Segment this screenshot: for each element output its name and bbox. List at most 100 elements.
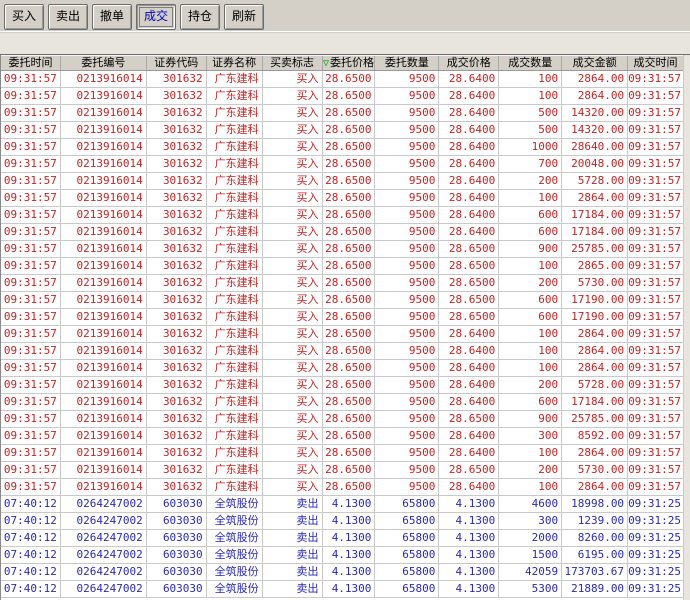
cell-exec-qty: 500 — [499, 122, 563, 138]
table-row[interactable]: 07:40:12 0264247002 603030 全筑股份 卖出 4.1300 6580… — [1, 496, 684, 513]
table-row[interactable]: 09:31:57 0213916014 301632 广东建科 买入 28.6500 950… — [1, 326, 684, 343]
cell-side-flag: 买入 — [263, 326, 323, 342]
table-body: 09:31:57 0213916014 301632 广东建科 买入 28.6500 950… — [1, 71, 684, 598]
column-header-order-time[interactable]: 委托时间 — [1, 56, 61, 70]
cell-exec-amount: 18998.00 — [562, 496, 629, 512]
cell-stock-name: 广东建科 — [207, 479, 263, 495]
cell-exec-time: 09:31:57 — [628, 190, 684, 206]
table-row[interactable]: 09:31:57 0213916014 301632 广东建科 买入 28.6500 950… — [1, 275, 684, 292]
cell-exec-time: 09:31:57 — [628, 105, 684, 121]
column-header-stock-name[interactable]: 证券名称 — [207, 56, 263, 70]
table-row[interactable]: 09:31:57 0213916014 301632 广东建科 买入 28.6500 950… — [1, 309, 684, 326]
table-row[interactable]: 09:31:57 0213916014 301632 广东建科 买入 28.6500 950… — [1, 190, 684, 207]
table-row[interactable]: 09:31:57 0213916014 301632 广东建科 买入 28.6500 950… — [1, 394, 684, 411]
cell-exec-time: 09:31:25 — [628, 530, 684, 546]
vertical-scrollbar-track[interactable] — [683, 55, 690, 600]
cell-order-qty: 9500 — [375, 88, 440, 104]
cell-order-no: 0264247002 — [61, 564, 147, 580]
table-row[interactable]: 09:31:57 0213916014 301632 广东建科 买入 28.6500 950… — [1, 122, 684, 139]
cell-order-qty: 65800 — [375, 564, 440, 580]
cell-side-flag: 买入 — [263, 292, 323, 308]
table-row[interactable]: 09:31:57 0213916014 301632 广东建科 买入 28.6500 950… — [1, 88, 684, 105]
table-row[interactable]: 09:31:57 0213916014 301632 广东建科 买入 28.6500 950… — [1, 258, 684, 275]
cell-order-time: 07:40:12 — [1, 513, 61, 529]
cell-side-flag: 买入 — [263, 445, 323, 461]
cell-order-no: 0213916014 — [61, 343, 147, 359]
cell-order-no: 0264247002 — [61, 581, 147, 597]
cell-order-no: 0213916014 — [61, 292, 147, 308]
cell-exec-time: 09:31:57 — [628, 139, 684, 155]
cell-side-flag: 买入 — [263, 139, 323, 155]
column-header-order-no[interactable]: 委托编号 — [61, 56, 147, 70]
cell-order-time: 07:40:12 — [1, 581, 61, 597]
cancel-button[interactable]: 撤单 — [92, 4, 132, 30]
cell-exec-price: 4.1300 — [439, 564, 500, 580]
table-row[interactable]: 09:31:57 0213916014 301632 广东建科 买入 28.6500 950… — [1, 462, 684, 479]
cell-order-qty: 65800 — [375, 547, 440, 563]
positions-button[interactable]: 持仓 — [180, 4, 220, 30]
cell-exec-time: 09:31:57 — [628, 309, 684, 325]
table-row[interactable]: 09:31:57 0213916014 301632 广东建科 买入 28.6500 950… — [1, 360, 684, 377]
refresh-button[interactable]: 刷新 — [224, 4, 264, 30]
cell-exec-price: 4.1300 — [439, 513, 500, 529]
cell-side-flag: 买入 — [263, 207, 323, 223]
column-header-label: 证券代码 — [154, 56, 199, 69]
column-header-order-qty[interactable]: 委托数量 — [375, 56, 440, 70]
table-row[interactable]: 07:40:12 0264247002 603030 全筑股份 卖出 4.1300 6580… — [1, 513, 684, 530]
cell-stock-name: 广东建科 — [207, 445, 263, 461]
cell-order-price: 28.6500 — [323, 292, 376, 308]
cell-stock-code: 301632 — [147, 88, 207, 104]
cell-order-no: 0264247002 — [61, 530, 147, 546]
table-row[interactable]: 09:31:57 0213916014 301632 广东建科 买入 28.6500 950… — [1, 139, 684, 156]
cell-side-flag: 卖出 — [263, 530, 323, 546]
cell-stock-name: 广东建科 — [207, 173, 263, 189]
table-row[interactable]: 09:31:57 0213916014 301632 广东建科 买入 28.6500 950… — [1, 428, 684, 445]
table-row[interactable]: 09:31:57 0213916014 301632 广东建科 买入 28.6500 950… — [1, 377, 684, 394]
sell-button[interactable]: 卖出 — [48, 4, 88, 30]
cell-side-flag: 买入 — [263, 462, 323, 478]
cell-exec-time: 09:31:57 — [628, 122, 684, 138]
table-row[interactable]: 09:31:57 0213916014 301632 广东建科 买入 28.6500 950… — [1, 71, 684, 88]
toolbar: 买入 卖出 撤单 成交 持仓 刷新 — [0, 0, 690, 32]
column-header-order-price[interactable]: ▽委托价格 — [323, 56, 376, 70]
cell-stock-code: 301632 — [147, 462, 207, 478]
column-header-exec-qty[interactable]: 成交数量 — [499, 56, 563, 70]
table-row[interactable]: 09:31:57 0213916014 301632 广东建科 买入 28.6500 950… — [1, 411, 684, 428]
table-row[interactable]: 09:31:57 0213916014 301632 广东建科 买入 28.6500 950… — [1, 173, 684, 190]
table-row[interactable]: 09:31:57 0213916014 301632 广东建科 买入 28.6500 950… — [1, 105, 684, 122]
cell-exec-amount: 2864.00 — [562, 190, 629, 206]
table-row[interactable]: 09:31:57 0213916014 301632 广东建科 买入 28.6500 950… — [1, 445, 684, 462]
column-header-exec-time[interactable]: 成交时间 — [628, 56, 684, 70]
cell-exec-price: 28.6400 — [439, 479, 500, 495]
table-row[interactable]: 07:40:12 0264247002 603030 全筑股份 卖出 4.1300 6580… — [1, 581, 684, 598]
column-header-side-flag[interactable]: 买卖标志 — [263, 56, 323, 70]
cell-order-price: 28.6500 — [323, 88, 376, 104]
cell-side-flag: 卖出 — [263, 564, 323, 580]
table-row[interactable]: 09:31:57 0213916014 301632 广东建科 买入 28.6500 950… — [1, 224, 684, 241]
table-row[interactable]: 09:31:57 0213916014 301632 广东建科 买入 28.6500 950… — [1, 156, 684, 173]
table-row[interactable]: 09:31:57 0213916014 301632 广东建科 买入 28.6500 950… — [1, 479, 684, 496]
cell-order-qty: 9500 — [375, 241, 440, 257]
table-row[interactable]: 09:31:57 0213916014 301632 广东建科 买入 28.6500 950… — [1, 292, 684, 309]
table-row[interactable]: 09:31:57 0213916014 301632 广东建科 买入 28.6500 950… — [1, 207, 684, 224]
cell-exec-time: 09:31:25 — [628, 547, 684, 563]
table-row[interactable]: 07:40:12 0264247002 603030 全筑股份 卖出 4.1300 6580… — [1, 564, 684, 581]
deals-button[interactable]: 成交 — [136, 4, 176, 30]
buy-button[interactable]: 买入 — [4, 4, 44, 30]
cell-stock-name: 广东建科 — [207, 377, 263, 393]
column-header-exec-amount[interactable]: 成交金额 — [562, 56, 629, 70]
cell-order-no: 0213916014 — [61, 462, 147, 478]
table-row[interactable]: 09:31:57 0213916014 301632 广东建科 买入 28.6500 950… — [1, 343, 684, 360]
cell-exec-qty: 100 — [499, 479, 563, 495]
table-row[interactable]: 07:40:12 0264247002 603030 全筑股份 卖出 4.1300 6580… — [1, 547, 684, 564]
column-header-stock-code[interactable]: 证券代码 — [147, 56, 207, 70]
cell-order-time: 09:31:57 — [1, 377, 61, 393]
sort-descending-icon: ▽ — [322, 58, 329, 69]
cell-exec-qty: 100 — [499, 71, 563, 87]
column-header-exec-price[interactable]: 成交价格 — [439, 56, 500, 70]
table-row[interactable]: 09:31:57 0213916014 301632 广东建科 买入 28.6500 950… — [1, 241, 684, 258]
cell-stock-name: 全筑股份 — [207, 513, 263, 529]
table-row[interactable]: 07:40:12 0264247002 603030 全筑股份 卖出 4.1300 6580… — [1, 530, 684, 547]
cell-exec-amount: 14320.00 — [562, 122, 629, 138]
cell-stock-name: 全筑股份 — [207, 496, 263, 512]
